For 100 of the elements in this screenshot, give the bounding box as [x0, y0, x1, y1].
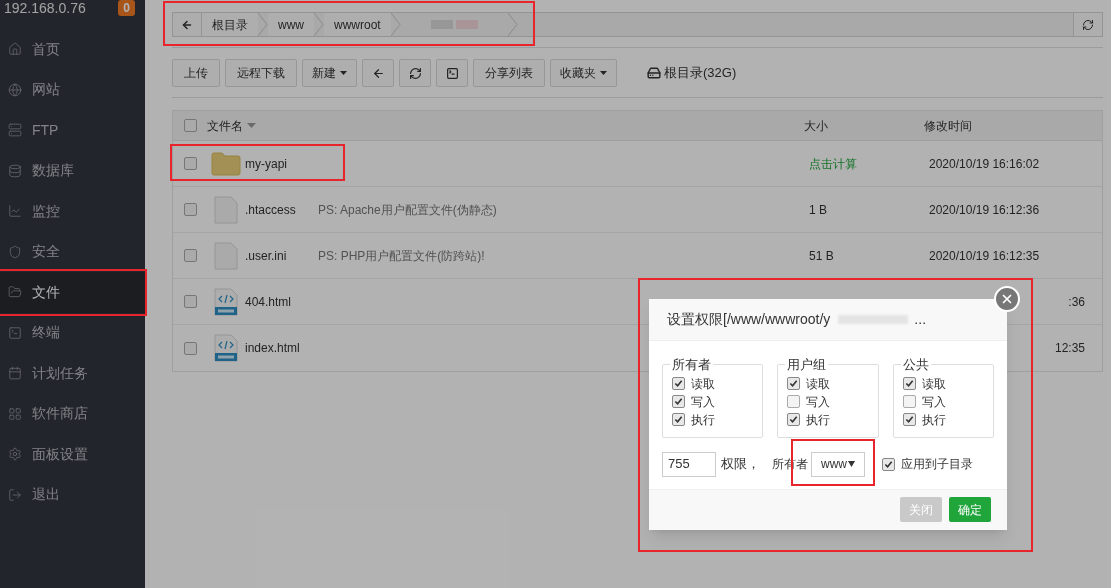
checkbox[interactable]	[902, 377, 916, 390]
checkbox[interactable]	[902, 413, 916, 426]
owner-select[interactable]: www	[811, 451, 865, 477]
modified-time: 2020/10/19 16:16:02	[929, 155, 1040, 173]
sidebar-item[interactable]: 文件	[0, 272, 145, 313]
folder-icon	[8, 285, 22, 300]
file-name[interactable]: .user.ini	[245, 246, 318, 265]
checkbox[interactable]	[183, 249, 197, 262]
checkbox-label: 执行	[691, 411, 715, 429]
checkbox-label: 应用到子目录	[901, 456, 973, 473]
globe-icon	[8, 82, 22, 97]
group-label: 公共	[901, 356, 930, 374]
checkbox-label: 读取	[691, 375, 715, 393]
calendar-icon	[8, 366, 22, 381]
folder-icon	[211, 151, 241, 176]
caret-icon	[848, 461, 855, 467]
file-icon	[214, 241, 238, 270]
modified-time: 2020/10/19 16:12:35	[929, 247, 1040, 265]
sidebar-item[interactable]: 软件商店	[0, 393, 145, 434]
breadcrumb-segment[interactable]: wwwroot	[324, 13, 391, 36]
grid-icon	[8, 406, 22, 421]
logout-icon	[8, 487, 22, 502]
sidebar-item[interactable]: 首页	[0, 29, 145, 70]
checkbox[interactable]	[787, 395, 801, 408]
notification-badge: 0	[118, 0, 135, 16]
home-icon	[8, 42, 22, 57]
checkbox-label: 写入	[691, 393, 715, 411]
checkbox[interactable]	[882, 457, 895, 471]
modified-time: 12:35	[1054, 340, 1085, 357]
group-label: 所有者	[671, 356, 712, 374]
checkbox[interactable]	[672, 413, 685, 426]
select-all-checkbox[interactable]	[183, 119, 197, 132]
shield-icon	[8, 244, 22, 259]
checkbox[interactable]	[672, 395, 685, 408]
sidebar-item[interactable]: 监控	[0, 191, 145, 232]
terminal-icon	[445, 66, 459, 80]
sidebar-item[interactable]: 网站	[0, 69, 145, 110]
refresh-icon	[1082, 18, 1094, 31]
icon-button[interactable]	[362, 59, 394, 87]
file-size: 51 B	[809, 248, 834, 263]
chart-icon	[8, 204, 22, 219]
column-header[interactable]: 文件名	[207, 116, 243, 135]
refresh-button[interactable]	[1073, 13, 1102, 36]
breadcrumb-segment[interactable]: 根目录	[202, 13, 258, 36]
sidebar-item[interactable]: 计划任务	[0, 353, 145, 394]
dialog-title: 设置权限[/www/wwwroot/y	[667, 310, 831, 329]
sidebar-item[interactable]: 面板设置	[0, 434, 145, 475]
checkbox-label: 写入	[921, 393, 946, 411]
caret-icon	[600, 71, 607, 75]
sidebar-item[interactable]: FTP	[0, 110, 145, 151]
permission-input[interactable]: 755	[662, 451, 716, 477]
checkbox[interactable]	[183, 341, 197, 355]
file-name[interactable]: my-yapi	[245, 154, 318, 173]
disk-label: 根目录(32G)	[664, 64, 737, 83]
toolbar-button[interactable]: 上传	[172, 59, 220, 87]
file-note: PS: Apache用户配置文件(伪静态)	[318, 201, 497, 219]
toolbar-button[interactable]: 分享列表	[473, 59, 545, 87]
sidebar-item[interactable]: 数据库	[0, 150, 145, 191]
sidebar-item[interactable]: 退出	[0, 474, 145, 515]
back-button[interactable]	[173, 13, 202, 36]
icon-button[interactable]	[399, 59, 431, 87]
drive-icon	[647, 66, 661, 80]
checkbox[interactable]	[183, 157, 197, 170]
back-arrow-icon	[371, 66, 385, 80]
modified-time: :36	[1068, 293, 1085, 311]
checkbox[interactable]	[787, 413, 801, 426]
checkbox[interactable]	[902, 395, 916, 408]
database-icon	[8, 163, 22, 178]
file-name[interactable]: index.html	[245, 339, 318, 357]
dropdown-button[interactable]: 新建	[302, 59, 357, 87]
back-arrow-icon	[181, 18, 193, 31]
file-name[interactable]: .htaccess	[245, 200, 318, 219]
column-header[interactable]: 大小	[804, 116, 924, 135]
file-icon	[214, 195, 238, 224]
breadcrumb-segment[interactable]: www	[268, 13, 314, 36]
html-file-icon	[214, 287, 238, 316]
checkbox-label: 读取	[921, 375, 946, 393]
file-note: PS: PHP用户配置文件(防跨站)!	[318, 247, 485, 265]
sort-caret-icon	[247, 123, 256, 128]
icon-button[interactable]	[436, 59, 468, 87]
file-size: 1 B	[809, 202, 827, 217]
group-label: 用户组	[786, 356, 828, 374]
checkbox[interactable]	[787, 377, 801, 390]
file-name[interactable]: 404.html	[245, 292, 318, 311]
checkbox[interactable]	[183, 295, 197, 308]
refresh-icon	[408, 66, 422, 80]
toolbar-button[interactable]: 远程下载	[225, 59, 297, 87]
checkbox[interactable]	[183, 203, 197, 216]
html-file-icon	[214, 334, 238, 362]
checkbox-label: 执行	[806, 411, 831, 429]
modified-time: 2020/10/19 16:12:36	[929, 201, 1040, 219]
column-header[interactable]: 修改时间	[924, 116, 972, 135]
dropdown-button[interactable]: 收藏夹	[550, 59, 617, 87]
sidebar-item[interactable]: 安全	[0, 231, 145, 272]
terminal-icon	[8, 325, 22, 340]
dialog-title-ellipsis: ...	[914, 310, 927, 329]
caret-icon	[340, 71, 347, 75]
host-address: 192.168.0.76	[4, 0, 86, 16]
server-icon	[8, 123, 22, 138]
checkbox[interactable]	[672, 377, 685, 390]
